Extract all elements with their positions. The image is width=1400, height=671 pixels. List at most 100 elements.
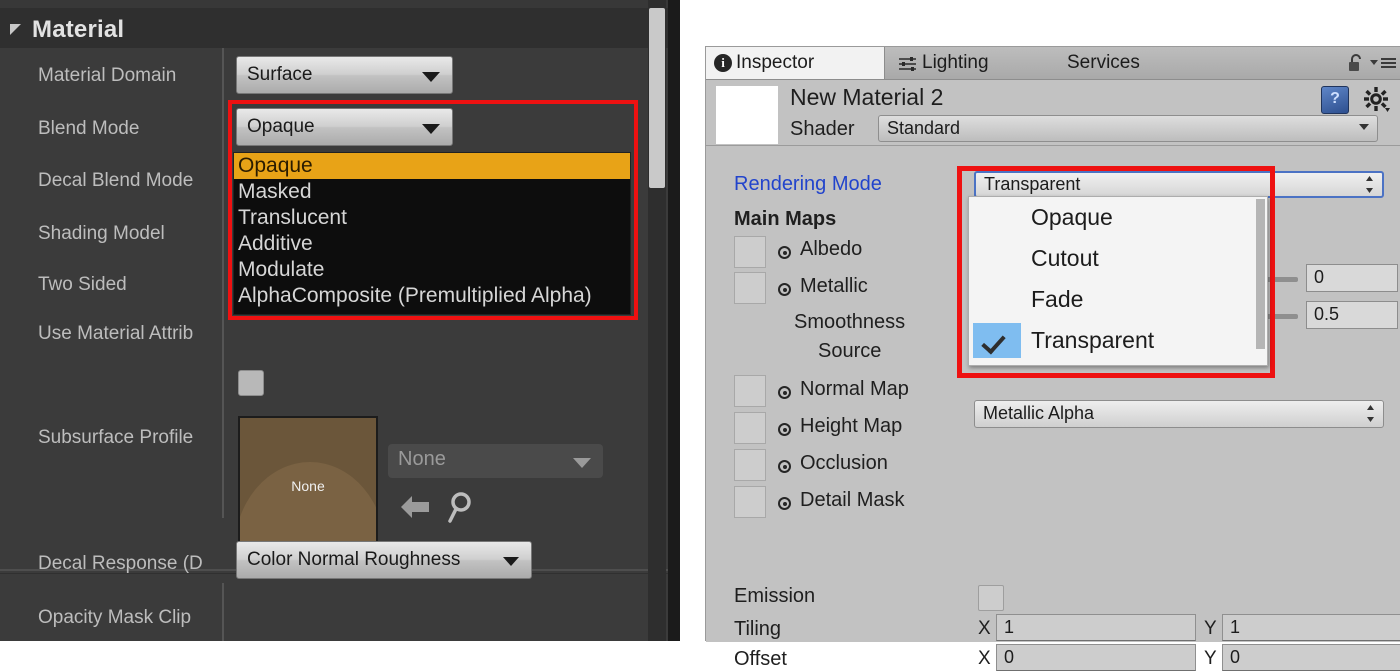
emission-checkbox[interactable] <box>978 585 1004 611</box>
normal-map-label: Normal Map <box>800 378 909 400</box>
tab-inspector-label: Inspector <box>736 52 815 73</box>
albedo-texture-box[interactable] <box>734 236 766 268</box>
subsurface-profile-value: None <box>398 448 446 470</box>
decal-response-value: Color Normal Roughness <box>247 549 461 570</box>
triangle-collapse-icon[interactable] <box>10 24 21 35</box>
material-name: New Material 2 <box>790 84 944 110</box>
rendering-mode-option-list[interactable]: Opaque Cutout Fade Transparent <box>968 196 1268 366</box>
option-cutout[interactable]: Cutout <box>969 238 1267 279</box>
height-map-toggle-dot[interactable] <box>778 423 791 436</box>
tiling-x-field[interactable]: 1 <box>996 614 1196 641</box>
tab-services[interactable]: Services <box>1061 47 1191 79</box>
smoothness-source-dropdown[interactable]: Metallic Alpha <box>974 400 1384 428</box>
use-material-attributes-checkbox[interactable] <box>238 370 264 396</box>
metallic-value-field[interactable]: 0 <box>1306 264 1398 292</box>
chevron-down-icon <box>1359 124 1369 130</box>
label-two-sided: Two Sided <box>38 274 127 295</box>
chevron-down-icon <box>503 557 519 566</box>
scrollbar-track[interactable] <box>648 0 666 641</box>
option-transparent[interactable]: Transparent <box>969 320 1267 361</box>
metallic-texture-box[interactable] <box>734 272 766 304</box>
label-opacity-mask-clip: Opacity Mask Clip <box>38 607 192 628</box>
thumbnail-label: None <box>291 478 325 494</box>
tab-lighting[interactable]: Lighting <box>892 47 1042 79</box>
popup-scrollbar[interactable] <box>1256 199 1265 349</box>
subsurface-profile-dropdown[interactable]: None <box>388 444 603 478</box>
metallic-value: 0 <box>1314 267 1325 287</box>
scrollbar-thumb[interactable] <box>649 8 665 188</box>
option-opaque[interactable]: Opaque <box>969 197 1267 238</box>
back-arrow-icon[interactable] <box>398 491 432 523</box>
tiling-x-axis-label: X <box>978 618 991 639</box>
option-modulate[interactable]: Modulate <box>234 257 630 283</box>
occlusion-toggle-dot[interactable] <box>778 460 791 473</box>
offset-y-field[interactable]: 0 <box>1222 644 1400 671</box>
updown-arrows-icon <box>1367 405 1374 422</box>
option-transparent-label: Transparent <box>1031 327 1155 353</box>
tiling-y-value: 1 <box>1230 617 1241 637</box>
material-section-header[interactable]: Material <box>0 8 668 48</box>
label-decal-blend-mode: Decal Blend Mode <box>38 170 194 191</box>
inspector-tabbar: i Inspector Lighting Services <box>706 47 1400 80</box>
shader-value: Standard <box>887 118 961 138</box>
occlusion-label: Occlusion <box>800 452 888 474</box>
gear-icon[interactable] <box>1363 86 1391 114</box>
info-icon: i <box>714 54 732 72</box>
smoothness-source-label: Source <box>818 340 882 362</box>
lock-open-icon[interactable] <box>1347 53 1365 73</box>
offset-x-value: 0 <box>1004 647 1015 667</box>
chevron-down-icon <box>422 72 440 82</box>
offset-x-field[interactable]: 0 <box>996 644 1196 671</box>
option-alphacomposite[interactable]: AlphaComposite (Premultiplied Alpha) <box>234 283 630 309</box>
albedo-toggle-dot[interactable] <box>778 246 791 259</box>
rendering-mode-label: Rendering Mode <box>734 173 882 195</box>
option-translucent[interactable]: Translucent <box>234 205 630 231</box>
shader-label: Shader <box>790 118 855 140</box>
screenshot-root: Material Material Domain Blend Mode Deca… <box>0 0 1400 671</box>
offset-label: Offset <box>734 648 787 670</box>
tiling-y-field[interactable]: 1 <box>1222 614 1400 641</box>
chevron-down-icon <box>573 458 591 468</box>
albedo-label: Albedo <box>800 238 863 260</box>
option-fade[interactable]: Fade <box>969 279 1267 320</box>
material-preview-swatch[interactable] <box>716 86 778 144</box>
detail-mask-toggle-dot[interactable] <box>778 497 791 510</box>
normal-map-toggle-dot[interactable] <box>778 386 791 399</box>
tab-inspector[interactable]: i Inspector <box>706 47 885 79</box>
tab-services-label: Services <box>1067 52 1140 73</box>
normal-map-texture-box[interactable] <box>734 375 766 407</box>
smoothness-value: 0.5 <box>1314 304 1340 324</box>
label-shading-model: Shading Model <box>38 223 165 244</box>
decal-response-dropdown[interactable]: Color Normal Roughness <box>236 541 532 579</box>
main-maps-label: Main Maps <box>734 208 837 230</box>
material-header: New Material 2 Shader Standard ? <box>706 80 1400 146</box>
label-blend-mode: Blend Mode <box>38 118 140 139</box>
unreal-material-panel: Material Material Domain Blend Mode Deca… <box>0 0 680 641</box>
hamburger-menu-icon[interactable] <box>1369 56 1397 70</box>
tiling-x-value: 1 <box>1004 617 1015 637</box>
height-map-texture-box[interactable] <box>734 412 766 444</box>
search-icon[interactable] <box>446 489 480 525</box>
detail-mask-texture-box[interactable] <box>734 486 766 518</box>
tab-lighting-label: Lighting <box>922 52 989 73</box>
metallic-toggle-dot[interactable] <box>778 283 791 296</box>
offset-x-axis-label: X <box>978 648 991 669</box>
smoothness-value-field[interactable]: 0.5 <box>1306 301 1398 329</box>
shader-dropdown[interactable]: Standard <box>878 115 1378 142</box>
blend-mode-option-list[interactable]: Opaque Masked Translucent Additive Modul… <box>233 152 631 315</box>
offset-y-axis-label: Y <box>1204 648 1217 669</box>
option-masked[interactable]: Masked <box>234 179 630 205</box>
tiling-y-axis-label: Y <box>1204 618 1217 639</box>
material-domain-value: Surface <box>247 64 313 85</box>
offset-y-value: 0 <box>1230 647 1241 667</box>
help-book-icon[interactable]: ? <box>1321 86 1349 114</box>
option-additive[interactable]: Additive <box>234 231 630 257</box>
subsurface-profile-thumbnail[interactable]: None <box>238 416 378 556</box>
page-title: Material <box>32 16 125 43</box>
height-map-label: Height Map <box>800 415 903 437</box>
material-domain-dropdown[interactable]: Surface <box>236 56 453 94</box>
option-opaque[interactable]: Opaque <box>234 153 630 179</box>
mixer-icon <box>899 57 916 71</box>
occlusion-texture-box[interactable] <box>734 449 766 481</box>
label-material-domain: Material Domain <box>38 65 177 86</box>
